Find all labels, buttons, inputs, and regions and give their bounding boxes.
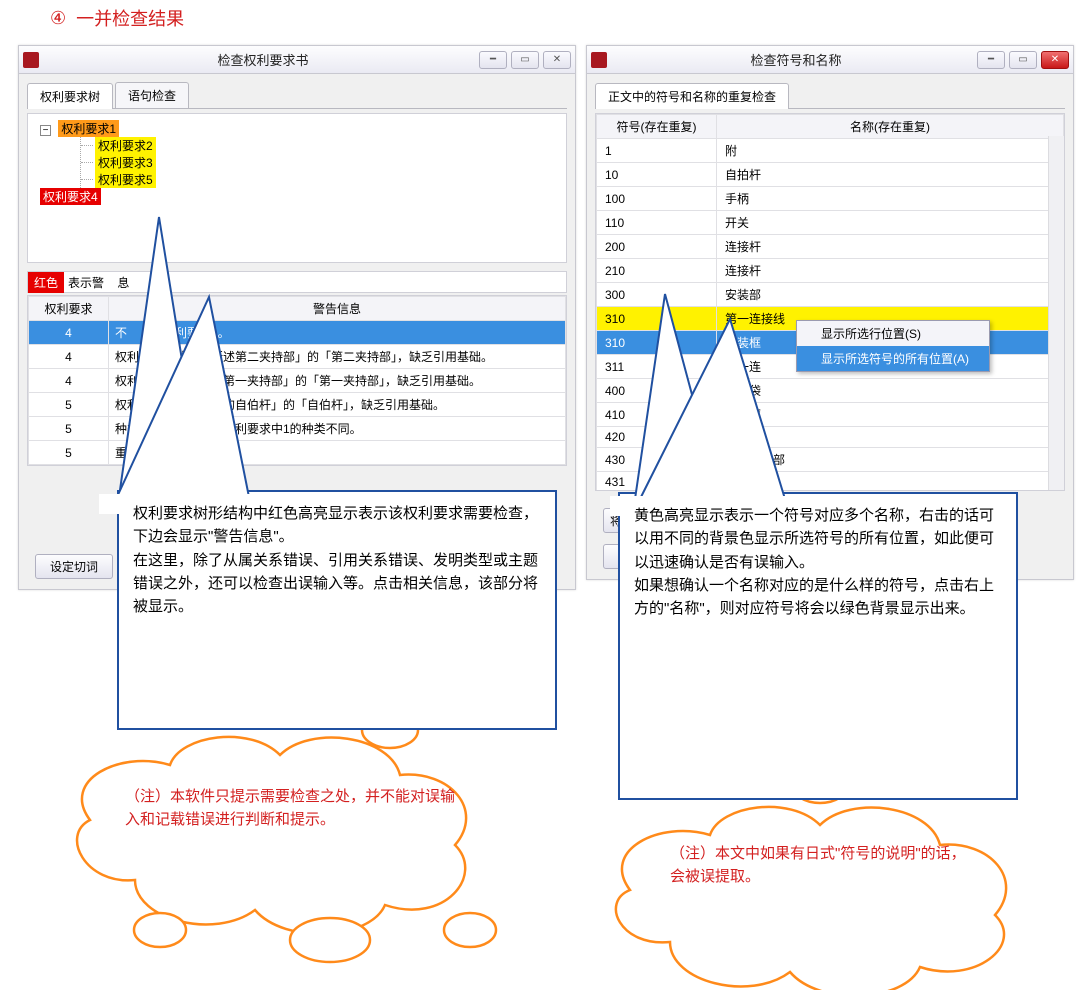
close-button[interactable]: ✕ — [543, 51, 571, 69]
col-symbol[interactable]: 符号(存在重复) — [597, 115, 717, 139]
tree-node-claim3[interactable]: 权利要求3 — [95, 154, 156, 171]
step-number: ④ — [50, 8, 66, 29]
window-title: 检查符号和名称 — [615, 50, 977, 69]
callout-text: 权利要求树形结构中红色高亮显示表示该权利要求需要检查，下边会显示"警告信息"。 … — [133, 502, 541, 618]
titlebar: 检查权利要求书 ━ ▭ ✕ — [19, 46, 575, 74]
tree-node-claim2[interactable]: 权利要求2 — [95, 137, 156, 154]
tab-dup-check[interactable]: 正文中的符号和名称的重复检查 — [595, 83, 789, 109]
app-icon — [591, 52, 607, 68]
tree-expander[interactable]: − — [40, 125, 51, 136]
callout-text: 黄色高亮显示表示一个符号对应多个名称，右击的话可以用不同的背景色显示所选符号的所… — [634, 504, 1002, 620]
col-name[interactable]: 名称(存在重复) — [717, 115, 1064, 139]
callout-claim-tree-explain: 权利要求树形结构中红色高亮显示表示该权利要求需要检查，下边会显示"警告信息"。 … — [117, 490, 557, 730]
col-claim[interactable]: 权利要求 — [29, 297, 109, 321]
tree-node-claim4[interactable]: 权利要求4 — [40, 188, 101, 205]
callout-symbol-explain: 黄色高亮显示表示一个符号对应多个名称，右击的话可以用不同的背景色显示所选符号的所… — [618, 492, 1018, 800]
table-row[interactable]: 1附 — [597, 139, 1064, 163]
table-row[interactable]: 210连接杆 — [597, 259, 1064, 283]
minimize-button[interactable]: ━ — [479, 51, 507, 69]
note-software-limit: （注）本软件只提示需要检查之处，并不能对误输入和记载错误进行判断和提示。 — [125, 785, 465, 832]
context-menu: 显示所选行位置(S) 显示所选符号的所有位置(A) — [796, 320, 990, 372]
table-row[interactable]: 110开关 — [597, 211, 1064, 235]
red-chip: 红色 — [28, 272, 64, 293]
maximize-button[interactable]: ▭ — [511, 51, 539, 69]
minimize-button[interactable]: ━ — [977, 51, 1005, 69]
ctx-show-row-position[interactable]: 显示所选行位置(S) — [797, 321, 989, 346]
tab-bar: 权利要求树 语句检查 — [27, 82, 567, 109]
ctx-show-all-positions[interactable]: 显示所选符号的所有位置(A) — [797, 346, 989, 371]
table-row[interactable]: 200连接杆 — [597, 235, 1064, 259]
tab-bar: 正文中的符号和名称的重复检查 — [595, 82, 1065, 109]
step-title: 一并检查结果 — [76, 5, 184, 31]
table-row[interactable]: 100手柄 — [597, 187, 1064, 211]
word-split-settings-button[interactable]: 设定切词 — [35, 554, 113, 579]
tab-claim-tree[interactable]: 权利要求树 — [27, 83, 113, 109]
close-button[interactable]: ✕ — [1041, 51, 1069, 69]
titlebar: 检查符号和名称 ━ ▭ ✕ — [587, 46, 1073, 74]
app-icon — [23, 52, 39, 68]
tab-sentence-check[interactable]: 语句检查 — [115, 82, 189, 108]
scrollbar[interactable] — [1048, 136, 1064, 490]
maximize-button[interactable]: ▭ — [1009, 51, 1037, 69]
tree-node-claim5[interactable]: 权利要求5 — [95, 171, 156, 188]
tree-node-claim1[interactable]: 权利要求1 — [58, 120, 119, 137]
table-row[interactable]: 10自拍杆 — [597, 163, 1064, 187]
note-jp-symbol-extract: （注）本文中如果有日式"符号的说明"的话，会被误提取。 — [670, 842, 970, 889]
window-title: 检查权利要求书 — [47, 50, 479, 69]
step-header: ④ 一并检查结果 — [50, 5, 184, 31]
